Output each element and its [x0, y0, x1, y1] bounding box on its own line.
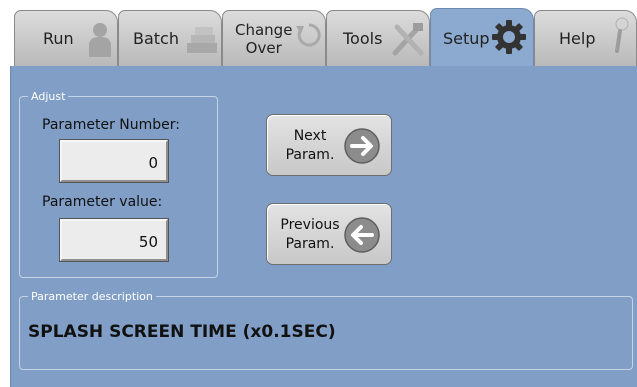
tab-change-over-label: Change Over [235, 20, 293, 57]
next-param-button[interactable]: Next Param. [266, 114, 392, 176]
parameter-number-value: 0 [148, 154, 158, 172]
tab-run-label: Run [43, 29, 74, 48]
parameter-description-text: SPLASH SCREEN TIME (x0.1SEC) [28, 322, 336, 342]
parameter-value-value: 50 [138, 233, 158, 251]
tab-bar: Run Batch Change Over Tools Setup Help [0, 0, 637, 68]
tab-tools-label: Tools [343, 29, 383, 48]
tab-run[interactable]: Run [14, 10, 118, 66]
help-icon [611, 17, 629, 61]
parameter-value-field[interactable]: 50 [59, 218, 169, 262]
parameter-description-legend: Parameter description [31, 290, 153, 303]
tab-setup[interactable]: Setup [430, 8, 534, 68]
previous-param-label: Previous Param. [280, 217, 340, 252]
tools-icon [391, 21, 425, 61]
adjust-legend: Adjust [31, 90, 66, 103]
parameter-value-label: Parameter value: [42, 194, 163, 210]
changeover-icon [295, 21, 323, 55]
parameter-number-label: Parameter Number: [42, 117, 180, 133]
parameter-number-field[interactable]: 0 [59, 139, 169, 183]
next-param-label: Next Param. [285, 128, 335, 163]
batch-icon [185, 23, 219, 59]
tab-batch-label: Batch [133, 29, 179, 48]
arrow-left-icon [343, 216, 381, 258]
tab-tools[interactable]: Tools [326, 10, 430, 66]
arrow-right-icon [343, 127, 381, 169]
tab-setup-label: Setup [443, 29, 490, 48]
tab-help[interactable]: Help [534, 10, 637, 66]
person-icon [87, 21, 113, 61]
tab-change-over[interactable]: Change Over [222, 10, 326, 66]
tab-help-label: Help [559, 29, 596, 48]
tab-batch[interactable]: Batch [118, 10, 222, 66]
previous-param-button[interactable]: Previous Param. [266, 203, 392, 265]
gear-icon [491, 19, 527, 59]
